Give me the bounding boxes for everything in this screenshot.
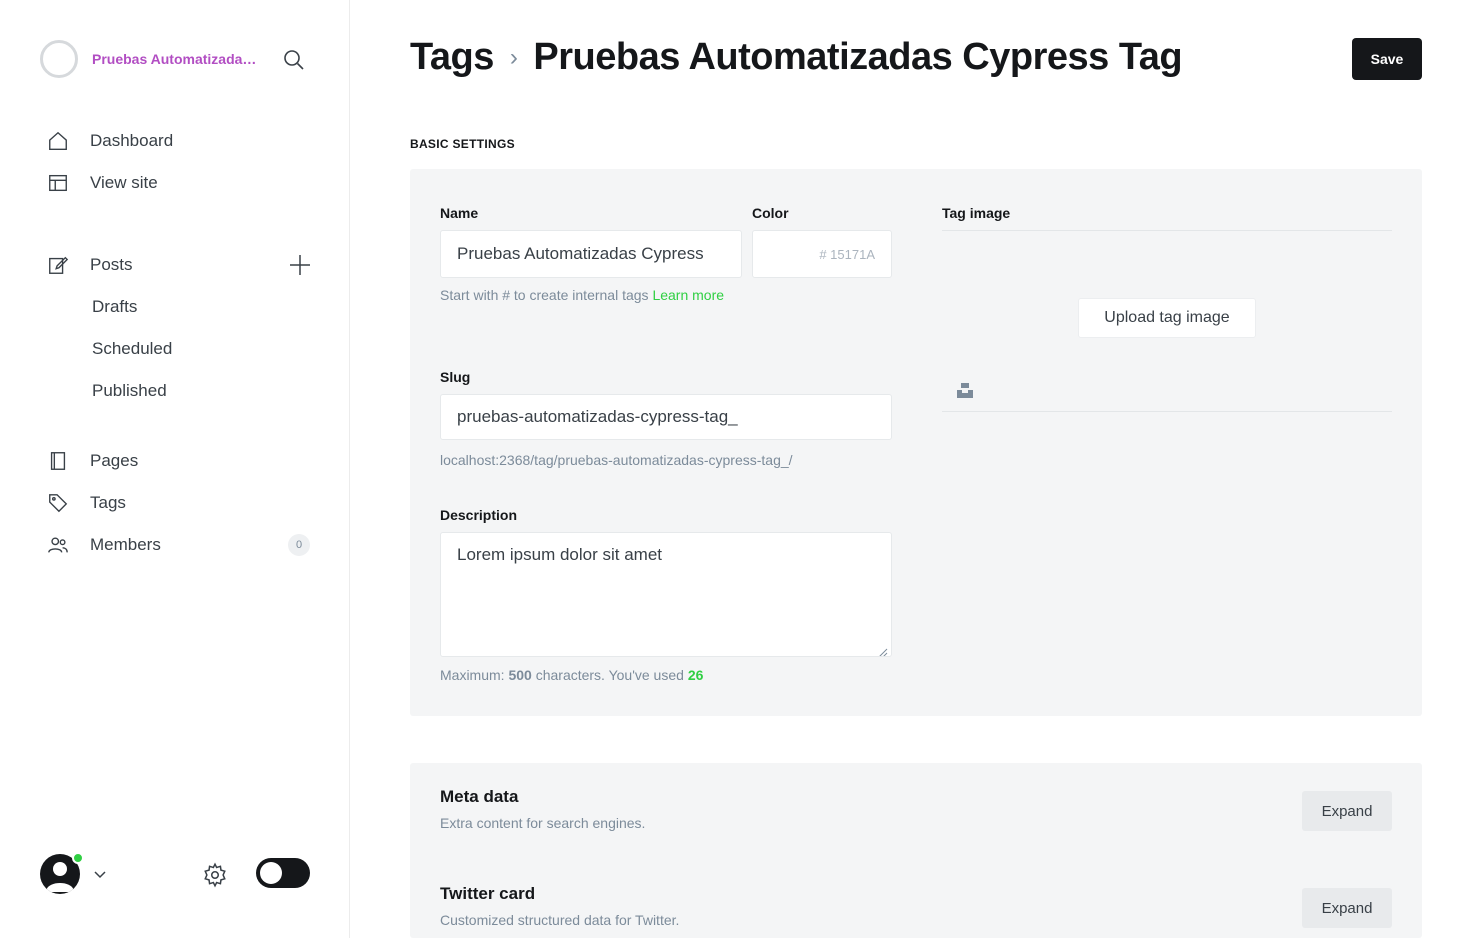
description-used-count: 26 [687, 667, 704, 683]
sidebar-item-label: Posts [90, 255, 133, 274]
learn-more-link[interactable]: Learn more [652, 287, 724, 303]
breadcrumb-separator: › [509, 43, 518, 71]
twitter-card-description: Customized structured data for Twitter. [440, 912, 680, 928]
meta-data-description: Extra content for search engines. [440, 815, 646, 831]
name-hint: Start with # to create internal tags Lea… [440, 282, 742, 308]
slug-label: Slug [440, 369, 471, 385]
sidebar-item-scheduled[interactable]: Scheduled [46, 328, 316, 370]
basic-settings-heading: BASIC SETTINGS [410, 137, 515, 151]
description-max: 500 [508, 667, 532, 683]
toggle-knob [260, 862, 282, 884]
twitter-card-expand-button[interactable]: Expand [1302, 888, 1392, 928]
twitter-card-title: Twitter card [440, 884, 536, 903]
description-hint-prefix: Maximum: [440, 667, 505, 683]
tag-image-label: Tag image [942, 205, 1011, 221]
members-count-badge: 0 [288, 534, 310, 556]
slug-url: localhost:2368/tag/pruebas-automatizadas… [440, 452, 793, 468]
meta-data-expand-button[interactable]: Expand [1302, 791, 1392, 831]
sidebar-footer [40, 852, 312, 896]
site-title[interactable]: Pruebas Automatizadas Cypress [92, 51, 262, 67]
sidebar: Pruebas Automatizadas Cypress Dashboard … [0, 0, 350, 938]
sidebar-item-tags[interactable]: Tags [46, 482, 316, 524]
online-status-dot [72, 852, 84, 864]
sidebar-item-view-site[interactable]: View site [46, 162, 316, 204]
gear-icon[interactable] [202, 862, 228, 888]
name-field[interactable]: Pruebas Automatizadas Cypress [440, 230, 742, 278]
meta-data-row: Meta data Extra content for search engin… [440, 787, 1392, 847]
sidebar-item-pages[interactable]: Pages [46, 440, 316, 482]
brand: Pruebas Automatizadas Cypress [40, 40, 320, 78]
description-hint-middle: characters. You've used [535, 667, 684, 683]
primary-nav: Dashboard View site [46, 120, 316, 204]
sidebar-item-dashboard[interactable]: Dashboard [46, 120, 316, 162]
description-field[interactable]: Lorem ipsum dolor sit amet [440, 532, 892, 657]
unsplash-icon[interactable] [956, 381, 974, 399]
sidebar-item-label: View site [90, 173, 158, 192]
home-icon [46, 129, 70, 153]
name-label: Name [440, 205, 479, 221]
tag-image-dropzone[interactable]: Upload tag image [942, 230, 1392, 412]
sidebar-item-members[interactable]: Members 0 [46, 524, 316, 566]
resize-handle-icon[interactable] [878, 643, 888, 656]
edit-icon [46, 253, 70, 277]
content-nav: Posts Drafts Scheduled Published [46, 244, 316, 412]
slug-field[interactable]: pruebas-automatizadas-cypress-tag_ [440, 394, 892, 440]
secondary-nav: Pages Tags Members 0 [46, 440, 316, 566]
layout-icon [46, 171, 70, 195]
name-hint-text: Start with # to create internal tags [440, 287, 649, 303]
description-label: Description [440, 507, 518, 523]
tag-icon [46, 491, 70, 515]
upload-tag-image-button[interactable]: Upload tag image [1078, 298, 1256, 338]
sidebar-item-posts[interactable]: Posts [46, 244, 316, 286]
meta-sections-panel: Meta data Extra content for search engin… [410, 763, 1422, 938]
color-label: Color [752, 205, 789, 221]
page-title: Pruebas Automatizadas Cypress Tag [533, 36, 1183, 78]
sidebar-item-drafts[interactable]: Drafts [46, 286, 316, 328]
members-icon [46, 533, 70, 557]
site-logo[interactable] [40, 40, 78, 78]
meta-data-title: Meta data [440, 787, 519, 806]
sidebar-item-label: Pages [90, 451, 139, 470]
breadcrumb-tags-link[interactable]: Tags [410, 36, 494, 79]
description-hint: Maximum: 500 characters. You've used 26 [440, 662, 703, 688]
save-button[interactable]: Save [1352, 38, 1422, 80]
dark-mode-toggle[interactable] [256, 858, 310, 888]
chevron-down-icon[interactable] [92, 866, 108, 882]
color-field[interactable]: # 15171A [752, 230, 892, 278]
search-icon[interactable] [282, 48, 306, 72]
breadcrumb: Tags › Pruebas Automatizadas Cypress Tag [410, 36, 1422, 79]
description-text: Lorem ipsum dolor sit amet [457, 545, 663, 564]
new-post-plus-icon[interactable] [288, 253, 312, 277]
basic-settings-panel: Name Color Tag image Pruebas Automatizad… [410, 169, 1422, 716]
sidebar-item-label: Dashboard [90, 131, 174, 150]
page-header: Tags › Pruebas Automatizadas Cypress Tag… [410, 36, 1422, 86]
sidebar-item-label: Members [90, 535, 161, 554]
page-icon [46, 449, 70, 473]
sidebar-item-published[interactable]: Published [46, 370, 316, 412]
sidebar-item-label: Tags [90, 493, 126, 512]
twitter-card-row: Twitter card Customized structured data … [440, 884, 1392, 938]
